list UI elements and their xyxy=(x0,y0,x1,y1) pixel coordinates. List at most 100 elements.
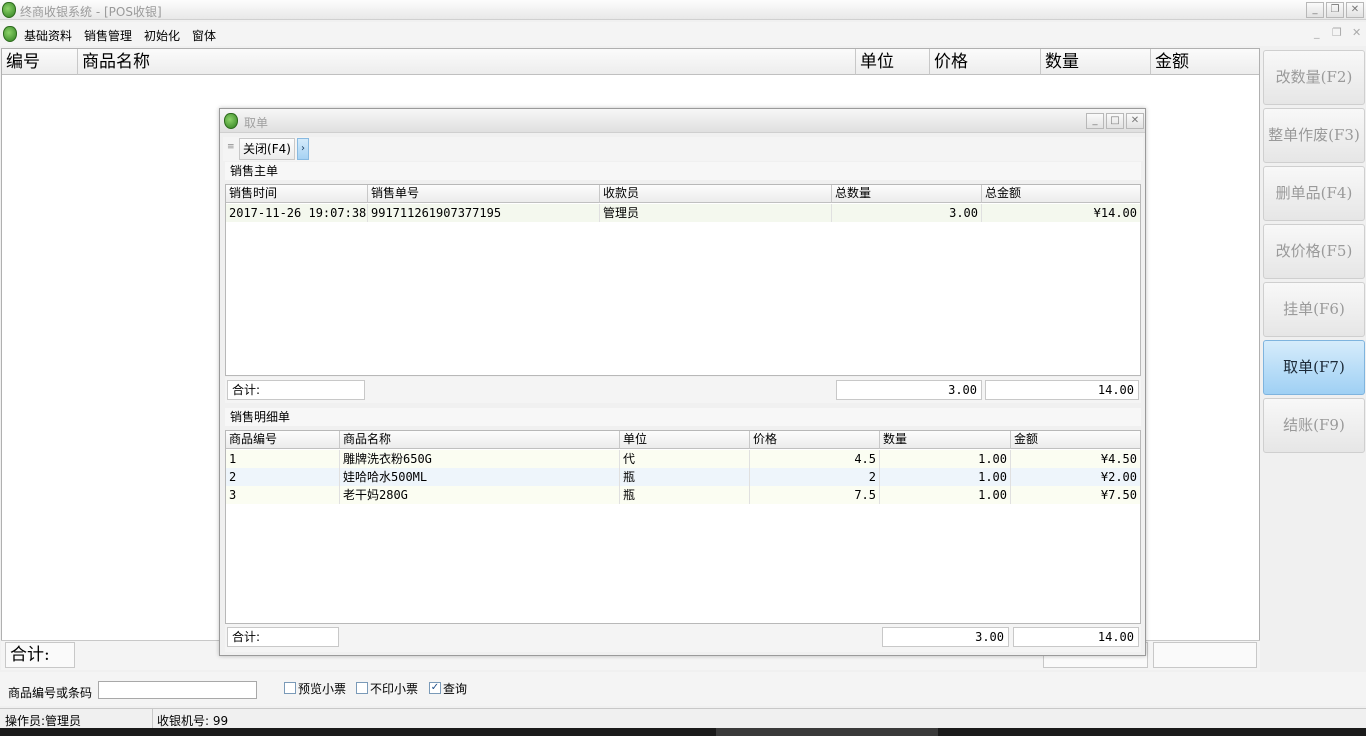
dialog-maximize-button[interactable]: □ xyxy=(1106,113,1124,129)
master-cell-cashier: 管理员 xyxy=(600,204,832,222)
detail-col-price: 价格 xyxy=(750,431,880,449)
detail-cell-unit: 瓶 xyxy=(620,468,750,486)
preview-receipt-checkbox[interactable] xyxy=(284,682,296,694)
window-title: 终商收银系统 - [POS收银] xyxy=(20,5,162,19)
col-header-price: 价格 xyxy=(930,49,1041,75)
detail-cell-name: 老干妈280G xyxy=(340,486,620,504)
menu-bar: 基础资料 销售管理 初始化 窗体 _ ❐ ✕ xyxy=(0,22,1366,46)
mdi-minimize-icon[interactable]: _ xyxy=(1314,26,1320,39)
query-label[interactable]: 查询 xyxy=(443,680,467,697)
detail-cell-price: 2 xyxy=(750,468,880,486)
detail-cell-code: 2 xyxy=(226,468,340,486)
checkout-button[interactable]: 结账(F9) xyxy=(1263,398,1365,453)
barcode-label: 商品编号或条码 xyxy=(8,686,93,700)
dialog-toolbar: ≡ 关闭(F4) › xyxy=(223,137,1143,161)
mdi-close-icon[interactable]: ✕ xyxy=(1352,26,1361,39)
operator-status: 操作员:管理员 xyxy=(5,714,82,728)
input-bar: 商品编号或条码 xyxy=(0,672,1366,706)
master-total-label: 合计: xyxy=(227,380,365,400)
col-header-amount: 金额 xyxy=(1151,49,1259,75)
master-cell-time: 2017-11-26 19:07:38 xyxy=(226,204,368,222)
detail-total-qty: 3.00 xyxy=(882,627,1009,647)
master-grid[interactable]: 销售时间 销售单号 收款员 总数量 总金额 2017-11-26 19:07:3… xyxy=(225,184,1141,376)
preview-receipt-label[interactable]: 预览小票 xyxy=(298,680,346,697)
col-header-name: 商品名称 xyxy=(78,49,856,75)
terminal-status: 收银机号: 99 xyxy=(157,714,229,728)
status-bar: 操作员:管理员 收银机号: 99 xyxy=(0,708,1366,728)
detail-cell-unit: 瓶 xyxy=(620,486,750,504)
hold-order-button[interactable]: 挂单(F6) xyxy=(1263,282,1365,337)
detail-total-row: 合计: 3.00 14.00 xyxy=(225,624,1141,652)
no-print-receipt-checkbox[interactable] xyxy=(356,682,368,694)
detail-cell-name: 娃哈哈水500ML xyxy=(340,468,620,486)
master-cell-total-qty: 3.00 xyxy=(832,204,982,222)
toolbar-grip-icon: ≡ xyxy=(227,142,235,152)
detail-cell-unit: 代 xyxy=(620,450,750,468)
dialog-minimize-button[interactable]: _ xyxy=(1086,113,1104,129)
status-divider xyxy=(152,709,153,728)
change-price-button[interactable]: 改价格(F5) xyxy=(1263,224,1365,279)
table-row[interactable]: 2017-11-26 19:07:38 991711261907377195 管… xyxy=(226,204,1140,222)
detail-cell-code: 1 xyxy=(226,450,340,468)
taskbar xyxy=(0,728,1366,736)
menu-basic-data[interactable]: 基础资料 xyxy=(24,27,72,44)
master-col-cashier: 收款员 xyxy=(600,185,832,203)
close-dialog-button[interactable]: 关闭(F4) xyxy=(239,138,295,160)
money-bag-icon xyxy=(224,113,238,129)
detail-total-amount: 14.00 xyxy=(1013,627,1139,647)
col-header-unit: 单位 xyxy=(856,49,930,75)
barcode-input[interactable] xyxy=(98,681,257,699)
minimize-button[interactable]: _ xyxy=(1306,2,1324,18)
retrieve-order-dialog: 取单 _ □ ✕ ≡ 关闭(F4) › 销售主单 销售时间 销售单号 收款员 总… xyxy=(219,108,1146,656)
menu-window[interactable]: 窗体 xyxy=(192,27,216,44)
detail-section-title: 销售明细单 xyxy=(225,408,1141,426)
dialog-title-bar: 取单 _ □ ✕ xyxy=(220,109,1145,133)
detail-cell-price: 4.5 xyxy=(750,450,880,468)
query-checkbox[interactable]: ✓ xyxy=(429,682,441,694)
detail-cell-code: 3 xyxy=(226,486,340,504)
master-col-total-qty: 总数量 xyxy=(832,185,982,203)
master-total-amount: 14.00 xyxy=(985,380,1139,400)
change-qty-button[interactable]: 改数量(F2) xyxy=(1263,50,1365,105)
master-total-qty: 3.00 xyxy=(836,380,982,400)
menu-sales-management[interactable]: 销售管理 xyxy=(84,27,132,44)
money-bag-icon xyxy=(2,2,16,18)
taskbar-item[interactable] xyxy=(716,728,938,736)
menu-initialize[interactable]: 初始化 xyxy=(144,27,180,44)
close-button[interactable]: ✕ xyxy=(1346,2,1364,18)
detail-grid[interactable]: 商品编号 商品名称 单位 价格 数量 金额 1 雕牌洗衣粉650G 代 4.5 … xyxy=(225,430,1141,624)
master-cell-total-amount: ¥14.00 xyxy=(1093,206,1137,220)
table-row[interactable]: 1 雕牌洗衣粉650G 代 4.5 1.00 ¥4.50 xyxy=(226,450,1140,468)
void-order-button[interactable]: 整单作废(F3) xyxy=(1263,108,1365,163)
table-row[interactable]: 3 老干妈280G 瓶 7.5 1.00 ¥7.50 xyxy=(226,486,1140,504)
master-section-title: 销售主单 xyxy=(225,162,1141,180)
restore-button[interactable]: ❐ xyxy=(1326,2,1344,18)
detail-total-label: 合计: xyxy=(227,627,339,647)
retrieve-order-button[interactable]: 取单(F7) xyxy=(1263,340,1365,395)
detail-cell-amount: ¥2.00 xyxy=(1100,470,1137,484)
master-col-order-no: 销售单号 xyxy=(368,185,600,203)
detail-col-amount: 金额 xyxy=(1011,431,1140,449)
detail-cell-amount: ¥4.50 xyxy=(1100,452,1137,466)
main-total-label: 合计: xyxy=(5,642,75,668)
toolbar-overflow-chevron-icon[interactable]: › xyxy=(297,138,309,160)
mdi-restore-icon[interactable]: ❐ xyxy=(1332,26,1342,39)
detail-col-qty: 数量 xyxy=(880,431,1011,449)
col-header-code: 编号 xyxy=(2,49,78,75)
detail-col-name: 商品名称 xyxy=(340,431,620,449)
detail-cell-name: 雕牌洗衣粉650G xyxy=(340,450,620,468)
detail-col-unit: 单位 xyxy=(620,431,750,449)
dialog-close-button[interactable]: ✕ xyxy=(1126,113,1144,129)
detail-cell-qty: 1.00 xyxy=(880,468,1011,486)
master-total-row: 合计: 3.00 14.00 xyxy=(225,377,1141,403)
main-total-amount-box xyxy=(1153,642,1257,668)
master-col-total-amount: 总金额 xyxy=(982,185,1140,203)
no-print-receipt-label[interactable]: 不印小票 xyxy=(370,680,418,697)
dialog-title: 取单 xyxy=(244,116,269,130)
money-bag-icon xyxy=(3,26,17,42)
col-header-qty: 数量 xyxy=(1041,49,1151,75)
detail-cell-amount: ¥7.50 xyxy=(1100,488,1137,502)
delete-item-button[interactable]: 删单品(F4) xyxy=(1263,166,1365,221)
detail-cell-qty: 1.00 xyxy=(880,450,1011,468)
table-row[interactable]: 2 娃哈哈水500ML 瓶 2 1.00 ¥2.00 xyxy=(226,468,1140,486)
